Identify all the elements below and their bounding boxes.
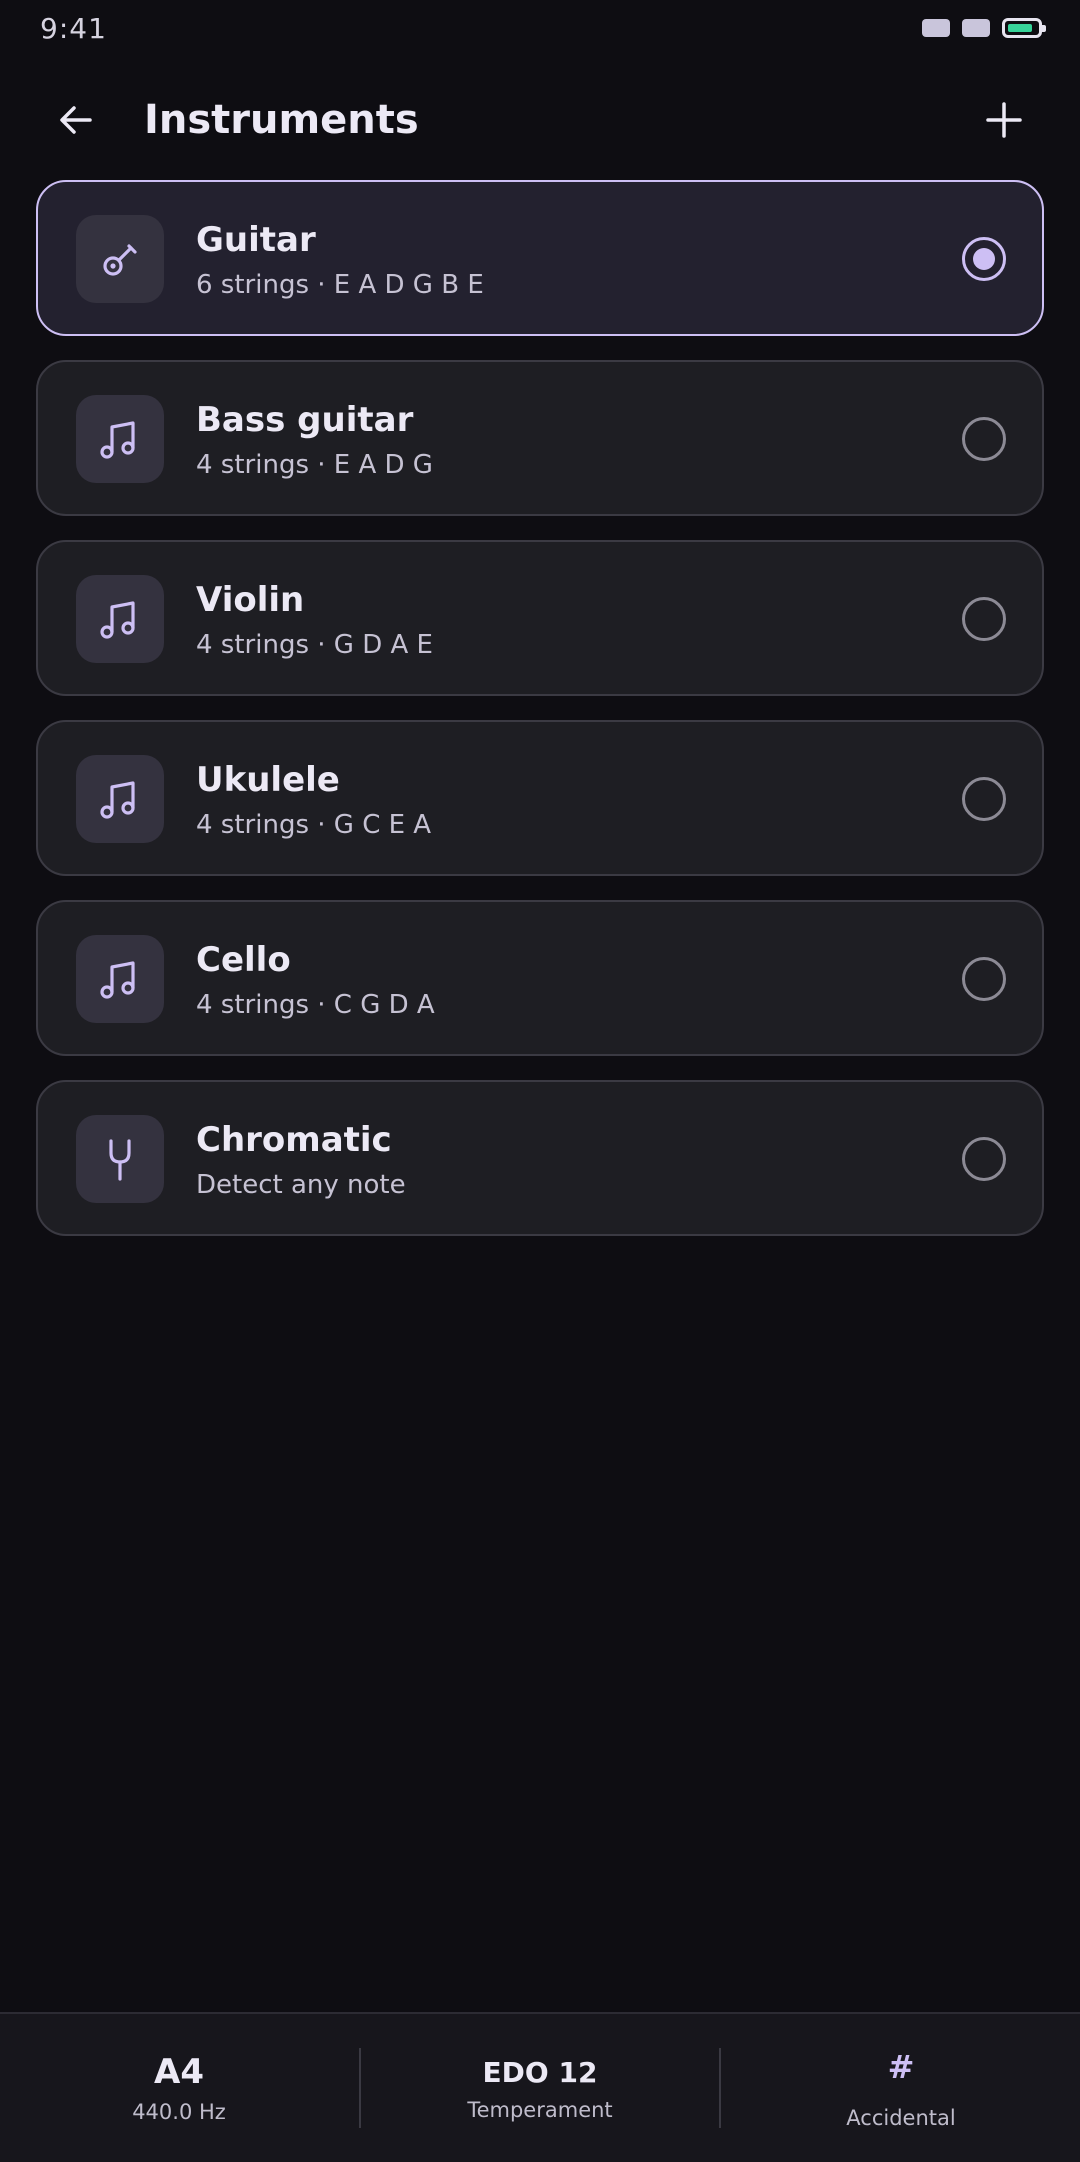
temperament-label: Temperament: [467, 2098, 613, 2122]
accidental-label: Accidental: [846, 2106, 956, 2130]
status-bar: 9:41: [0, 0, 1080, 60]
guitar-icon: [76, 215, 164, 303]
instrument-detail: 4 strings · G D A E: [196, 630, 433, 660]
reference-frequency: 440.0 Hz: [132, 2100, 226, 2124]
instrument-detail: 6 strings · E A D G B E: [196, 270, 484, 300]
page-title: Instruments: [144, 97, 419, 143]
reference-pitch-button[interactable]: A4 440.0 Hz: [0, 2014, 358, 2162]
plus-icon: [986, 102, 1022, 138]
instrument-card-guitar[interactable]: Guitar 6 strings · E A D G B E: [36, 180, 1044, 336]
radio-unselected[interactable]: [962, 957, 1006, 1001]
instrument-name: Guitar: [196, 220, 316, 260]
instrument-detail: Detect any note: [196, 1170, 406, 1200]
instrument-name: Violin: [196, 580, 305, 620]
instrument-name: Cello: [196, 940, 291, 980]
instrument-name: Chromatic: [196, 1120, 392, 1160]
radio-unselected[interactable]: [962, 1137, 1006, 1181]
wifi-icon: [962, 19, 990, 37]
radio-unselected[interactable]: [962, 417, 1006, 461]
radio-selected[interactable]: [962, 237, 1006, 281]
tuning-fork-icon: [76, 1115, 164, 1203]
music-note-icon: [76, 755, 164, 843]
accidental-button[interactable]: # Accidental: [722, 2014, 1080, 2162]
instrument-list: Guitar 6 strings · E A D G B E Bass guit…: [36, 180, 1044, 1260]
radio-unselected[interactable]: [962, 597, 1006, 641]
temperament-button[interactable]: EDO 12 Temperament: [361, 2014, 719, 2162]
instrument-card-cello[interactable]: Cello 4 strings · C G D A: [36, 900, 1044, 1056]
instrument-card-ukulele[interactable]: Ukulele 4 strings · G C E A: [36, 720, 1044, 876]
divider: [719, 2048, 721, 2128]
sharp-icon: #: [887, 2048, 915, 2086]
temperament-value: EDO 12: [482, 2056, 598, 2089]
instrument-detail: 4 strings · C G D A: [196, 990, 435, 1020]
instrument-detail: 4 strings · E A D G: [196, 450, 433, 480]
instrument-name: Bass guitar: [196, 400, 414, 440]
reference-note: A4: [154, 2052, 204, 2092]
music-note-icon: [76, 395, 164, 483]
instrument-name: Ukulele: [196, 760, 340, 800]
battery-icon: [1002, 18, 1046, 38]
instrument-card-violin[interactable]: Violin 4 strings · G D A E: [36, 540, 1044, 696]
music-note-icon: [76, 935, 164, 1023]
back-button[interactable]: [48, 92, 104, 148]
app-bar: Instruments: [0, 80, 1080, 154]
add-instrument-button[interactable]: [976, 92, 1032, 148]
instrument-card-chromatic[interactable]: Chromatic Detect any note: [36, 1080, 1044, 1236]
radio-unselected[interactable]: [962, 777, 1006, 821]
instrument-detail: 4 strings · G C E A: [196, 810, 432, 840]
instrument-card-bass-guitar[interactable]: Bass guitar 4 strings · E A D G: [36, 360, 1044, 516]
music-note-icon: [76, 575, 164, 663]
status-icons: [922, 18, 1046, 38]
arrow-left-icon: [60, 106, 92, 134]
signal-icon: [922, 19, 950, 37]
status-time: 9:41: [40, 12, 107, 45]
bottom-bar: A4 440.0 Hz EDO 12 Temperament # Acciden…: [0, 2012, 1080, 2162]
